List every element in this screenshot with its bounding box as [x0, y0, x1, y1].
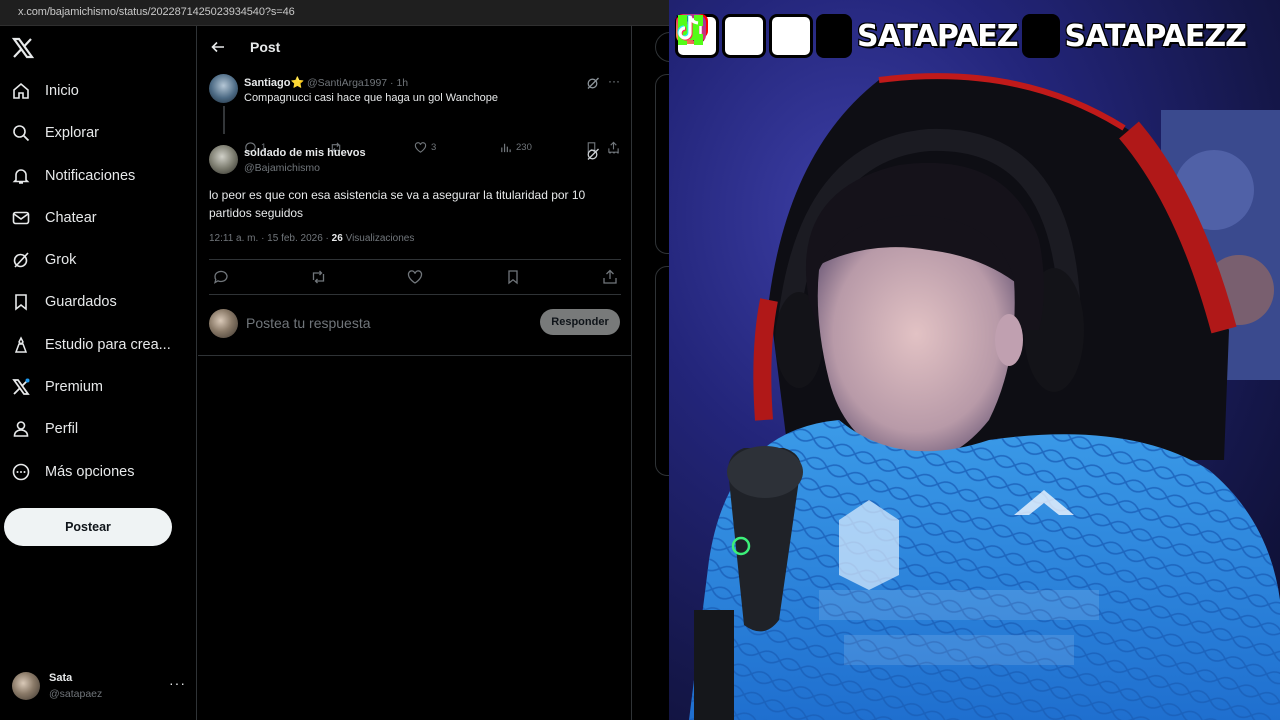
post-text: lo peor es que con esa asistencia se va …: [209, 188, 586, 220]
bookmark-icon[interactable]: [505, 269, 521, 285]
bell-icon: [10, 165, 32, 187]
sidebar-item-label: Grok: [45, 252, 77, 268]
sidebar-item-mas-opciones[interactable]: Más opciones: [10, 456, 134, 488]
views-button[interactable]: 230: [499, 140, 532, 154]
post-text: Compagnucci casi hace que haga un gol Wa…: [244, 92, 498, 104]
channel-name: SATAPAEZ: [856, 18, 1020, 55]
avatar: [12, 672, 40, 700]
address-bar[interactable]: x.com/bajamichismo/status/20228714250239…: [0, 0, 669, 26]
main-column: Post Santiago⭐ @SantiArga1997 · 1h Compa…: [198, 26, 632, 720]
back-arrow-icon[interactable]: [210, 39, 226, 55]
search-input[interactable]: [655, 32, 669, 62]
sidebar-item-estudio[interactable]: Estudio para crea...: [10, 329, 171, 361]
more-circle-icon: [10, 461, 32, 483]
divider: [209, 294, 621, 295]
sidebar-item-label: Premium: [45, 379, 104, 395]
mail-icon: [10, 207, 32, 229]
reply-composer: Postea tu respuesta Responder: [198, 305, 632, 355]
kick-icon: [678, 14, 852, 58]
webcam-image: [689, 73, 1280, 720]
sidebar-item-label: Chatear: [45, 210, 97, 226]
sidebar-item-guardados[interactable]: Guardados: [10, 286, 117, 318]
x-icon: [676, 14, 813, 58]
sidebar-item-chatear[interactable]: Chatear: [10, 202, 97, 234]
like-button[interactable]: 3: [414, 140, 436, 154]
grok-icon[interactable]: [586, 147, 602, 163]
avatar[interactable]: [209, 145, 238, 174]
person-icon: [10, 418, 32, 440]
browser-window: x.com/bajamichismo/status/20228714250239…: [0, 0, 669, 720]
right-column: [633, 26, 669, 720]
post-button[interactable]: Postear: [4, 508, 172, 546]
sidebar-item-premium[interactable]: Premium: [10, 371, 103, 403]
sidebar-item-grok[interactable]: Grok: [10, 244, 76, 276]
account-name: Sata: [49, 672, 73, 684]
divider: [198, 355, 632, 356]
view-count: 230: [516, 141, 532, 153]
social-banner: SATAPAEZ SATAPAEZZ: [675, 13, 1250, 59]
share-icon[interactable]: [602, 269, 618, 285]
sidebar-item-inicio[interactable]: Inicio: [10, 75, 79, 107]
home-icon: [10, 80, 32, 102]
sidebar-item-label: Notificaciones: [45, 168, 136, 184]
author-name-text: Santiago: [244, 77, 291, 89]
thread-line: [223, 106, 225, 134]
reply-icon[interactable]: [213, 269, 229, 285]
sidebar-item-label: Más opciones: [45, 464, 135, 480]
sidebar-item-label: Guardados: [45, 294, 117, 310]
heart-icon: [414, 141, 427, 153]
like-count: 3: [431, 141, 437, 153]
views-label: Visualizaciones: [342, 233, 415, 244]
channel-name-tiktok: SATAPAEZZ: [1064, 18, 1248, 55]
sidebar-item-explorar[interactable]: Explorar: [10, 117, 99, 149]
sidebar: Inicio Explorar Notificaciones Chatear G…: [0, 26, 197, 720]
account-handle: @satapaez: [49, 688, 103, 700]
author-name[interactable]: Santiago⭐: [244, 76, 304, 89]
sidebar-item-label: Perfil: [45, 421, 79, 437]
tiktok-icon: [677, 14, 1060, 58]
timestamp-text: 12:11 a. m. · 15 feb. 2026 ·: [209, 233, 332, 244]
x-premium-icon: [10, 376, 32, 398]
side-card: [655, 74, 669, 254]
reply-button[interactable]: Responder: [540, 309, 620, 335]
url-text[interactable]: x.com/bajamichismo/status/20228714250239…: [18, 6, 295, 18]
grok-icon[interactable]: [586, 76, 602, 92]
star-badge-icon: ⭐: [290, 77, 305, 89]
search-icon: [10, 122, 32, 144]
more-icon[interactable]: ···: [169, 675, 186, 691]
post-timestamp: 12:11 a. m. · 15 feb. 2026 · 26 Visualiz…: [209, 233, 414, 244]
account-switcher[interactable]: Sata @satapaez ···: [12, 670, 187, 704]
bookmark-icon: [10, 291, 32, 313]
sidebar-item-notificaciones[interactable]: Notificaciones: [10, 160, 135, 192]
reply-input[interactable]: Postea tu respuesta: [246, 315, 371, 331]
heart-icon[interactable]: [407, 269, 423, 285]
author-meta: @SantiArga1997 · 1h: [307, 77, 409, 89]
avatar: [209, 309, 238, 338]
more-options-icon[interactable]: ···: [608, 74, 624, 90]
views-count: 26: [331, 233, 343, 244]
page-title: Post: [250, 39, 281, 55]
divider: [209, 259, 621, 260]
side-card: [655, 266, 669, 476]
author-name[interactable]: soldado de mis huevos: [244, 147, 366, 159]
sidebar-item-label: Estudio para crea...: [45, 337, 171, 353]
repost-icon[interactable]: [310, 269, 326, 285]
views-icon: [501, 143, 511, 152]
instagram-icon: [676, 14, 766, 58]
parent-post[interactable]: Santiago⭐ @SantiArga1997 · 1h Compagnucc…: [198, 70, 632, 134]
x-logo-icon[interactable]: [11, 36, 35, 60]
sidebar-item-label: Explorar: [45, 125, 99, 141]
sidebar-item-label: Inicio: [45, 83, 79, 99]
sidebar-item-perfil[interactable]: Perfil: [10, 413, 78, 445]
grok-icon: [10, 249, 32, 271]
webcam-overlay: SATAPAEZ SATAPAEZZ: [669, 0, 1280, 720]
studio-icon: [10, 334, 32, 356]
author-handle[interactable]: @Bajamichismo: [244, 162, 320, 174]
more-options-icon[interactable]: ···: [608, 145, 624, 161]
avatar[interactable]: [209, 74, 238, 103]
